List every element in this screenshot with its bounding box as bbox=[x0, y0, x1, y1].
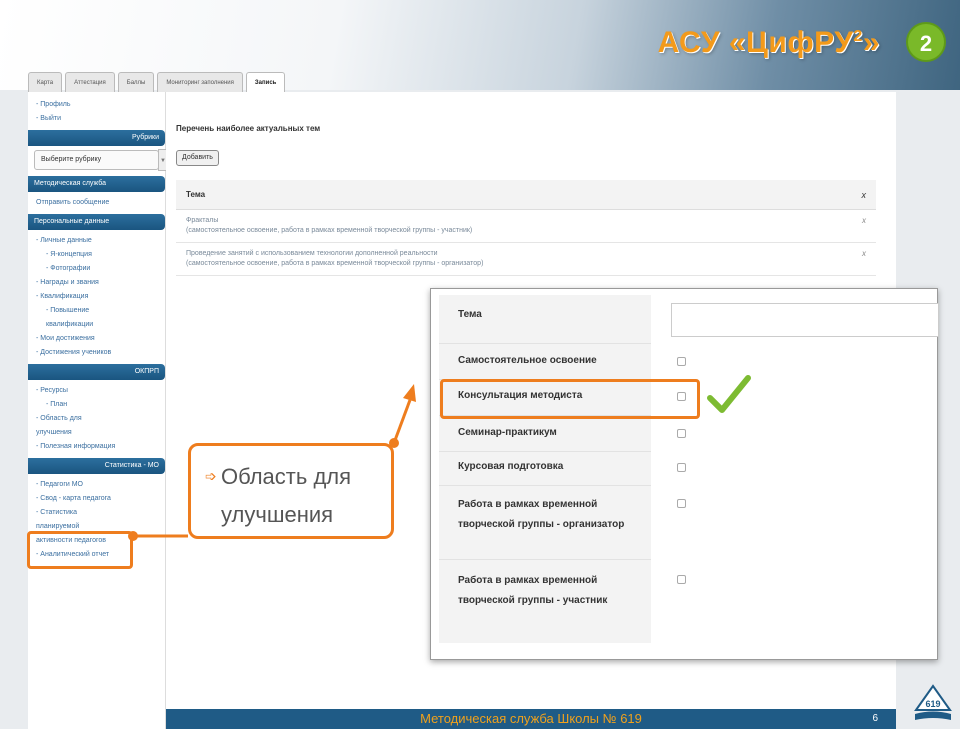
presentation-slide: АСУ «ЦифРУ2» 2 Карта Аттестация Баллы Мо… bbox=[0, 0, 960, 729]
field-label-participant: Работа в рамках временной творческой гру… bbox=[458, 575, 608, 606]
sidebar-item-personal-data[interactable]: - Личные данные bbox=[28, 234, 165, 248]
topic-detail: (самостоятельное освоение, работа в рамк… bbox=[186, 227, 473, 234]
sidebar-item-logout[interactable]: - Выйти bbox=[28, 112, 165, 126]
arrow-bullet-icon: ➩ bbox=[205, 468, 217, 484]
sidebar-item-teachers[interactable]: - Педагоги МО bbox=[28, 478, 165, 492]
sidebar-section-personal: Персональные данные bbox=[28, 214, 165, 230]
footer-title: Методическая служба Школы № 619 bbox=[420, 711, 642, 726]
delete-row-button[interactable]: x bbox=[862, 216, 866, 236]
form-divider bbox=[439, 343, 651, 344]
sidebar-item-profile[interactable]: - Профиль bbox=[28, 98, 165, 112]
highlight-consultation bbox=[440, 379, 700, 419]
form-divider bbox=[439, 485, 651, 486]
highlight-sidebar-item bbox=[27, 531, 133, 569]
sidebar-item-student-achievements[interactable]: - Достижения учеников bbox=[28, 346, 165, 360]
topic-input[interactable] bbox=[671, 303, 939, 337]
sidebar: - Профиль - Выйти Рубрики Выберите рубри… bbox=[28, 92, 168, 729]
brand-superscript: 2 bbox=[853, 28, 863, 45]
seminar-checkbox[interactable] bbox=[677, 429, 686, 438]
field-label-organizer: Работа в рамках временной творческой гру… bbox=[458, 499, 625, 530]
rubric-select[interactable]: Выберите рубрику ▼ bbox=[34, 149, 168, 171]
sidebar-section-method: Методическая служба bbox=[28, 176, 165, 192]
tab-attestation[interactable]: Аттестация bbox=[65, 72, 115, 92]
sidebar-item-improvement-area[interactable]: - Область для bbox=[28, 412, 165, 426]
table-row[interactable]: Проведение занятий с использованием техн… bbox=[176, 243, 876, 276]
callout-line-1: Область для bbox=[221, 464, 352, 489]
field-label-seminar: Семинар-практикум bbox=[458, 427, 557, 438]
improvement-callout: ➩ Область для улучшения bbox=[188, 443, 394, 539]
organizer-checkbox[interactable] bbox=[677, 499, 686, 508]
self-study-checkbox[interactable] bbox=[677, 357, 686, 366]
sidebar-section-rubrics: Рубрики bbox=[28, 130, 165, 146]
tab-monitoring[interactable]: Мониторинг заполнения bbox=[157, 72, 243, 92]
sidebar-item-teacher-card[interactable]: - Свод - карта педагога bbox=[28, 492, 165, 506]
topic-title: Фракталы bbox=[186, 217, 219, 224]
callout-line-2: улучшения bbox=[221, 502, 334, 527]
sidebar-item-qualification[interactable]: - Квалификация bbox=[28, 290, 165, 304]
rubric-select-value: Выберите рубрику bbox=[41, 156, 102, 163]
sidebar-item-photos[interactable]: - Фотографии bbox=[28, 262, 165, 276]
tab-points[interactable]: Баллы bbox=[117, 72, 155, 92]
sidebar-item-upgrade[interactable]: - Повышение bbox=[28, 304, 165, 318]
sidebar-item-resources[interactable]: - Ресурсы bbox=[28, 384, 165, 398]
topics-table: Тема x Фракталы (самостоятельное освоени… bbox=[176, 180, 876, 276]
sidebar-item-upgrade-cont[interactable]: квалификации bbox=[28, 318, 165, 332]
slide-number-badge: 2 bbox=[906, 22, 946, 62]
field-label-self-study: Самостоятельное освоение bbox=[458, 355, 597, 366]
sidebar-item-useful-info[interactable]: - Полезная информация bbox=[28, 440, 165, 454]
brand-title: АСУ «ЦифРУ2» bbox=[658, 26, 880, 60]
sidebar-section-stats: Статистика - МО bbox=[28, 458, 165, 474]
footer-page-number: 6 bbox=[872, 713, 878, 724]
callout-text: Область для улучшения bbox=[221, 458, 351, 534]
form-divider bbox=[439, 559, 651, 560]
sidebar-item-send-message[interactable]: Отправить сообщение bbox=[28, 196, 165, 210]
tab-record[interactable]: Запись bbox=[245, 72, 286, 92]
sidebar-item-self-concept[interactable]: - Я-концепция bbox=[28, 248, 165, 262]
field-label-topic: Тема bbox=[458, 309, 482, 320]
checkmark-icon bbox=[707, 375, 751, 413]
tab-map[interactable]: Карта bbox=[28, 72, 63, 92]
brand-text: АСУ «ЦифРУ bbox=[657, 26, 854, 59]
brand-end: » bbox=[862, 26, 880, 59]
topic-detail: (самостоятельное освоение, работа в рамк… bbox=[186, 260, 484, 267]
topic-cell: Проведение занятий с использованием техн… bbox=[186, 249, 862, 269]
page-title: Перечень наиболее актуальных тем bbox=[176, 124, 321, 133]
footer-bar: Методическая служба Школы № 619 6 bbox=[166, 709, 896, 729]
topic-title: Проведение занятий с использованием техн… bbox=[186, 250, 438, 257]
logo-text: 619 bbox=[925, 699, 940, 709]
add-button[interactable]: Добавить bbox=[176, 150, 219, 166]
topic-cell: Фракталы (самостоятельное освоение, рабо… bbox=[186, 216, 862, 236]
participant-checkbox[interactable] bbox=[677, 575, 686, 584]
course-checkbox[interactable] bbox=[677, 463, 686, 472]
delete-row-button[interactable]: x bbox=[862, 249, 866, 269]
topic-form-popup: Тема Самостоятельное освоение Консультац… bbox=[430, 288, 939, 660]
school-logo-icon: 619 bbox=[914, 684, 952, 720]
sidebar-item-statistics[interactable]: - Статистика bbox=[28, 506, 165, 520]
sidebar-item-achievements[interactable]: - Мои достижения bbox=[28, 332, 165, 346]
column-header-topic: Тема bbox=[186, 190, 206, 199]
table-row[interactable]: Фракталы (самостоятельное освоение, рабо… bbox=[176, 210, 876, 243]
table-header: Тема x bbox=[176, 180, 876, 210]
column-header-delete: x bbox=[861, 189, 867, 200]
sidebar-item-improvement-area-cont[interactable]: улучшения bbox=[28, 426, 165, 440]
form-divider bbox=[439, 451, 651, 452]
sidebar-item-awards[interactable]: - Награды и звания bbox=[28, 276, 165, 290]
sidebar-section-okgpd: ОКПРП bbox=[28, 364, 165, 380]
sidebar-item-plan[interactable]: - План bbox=[28, 398, 165, 412]
field-label-course: Курсовая подготовка bbox=[458, 461, 564, 472]
tab-strip: Карта Аттестация Баллы Мониторинг заполн… bbox=[28, 72, 286, 92]
